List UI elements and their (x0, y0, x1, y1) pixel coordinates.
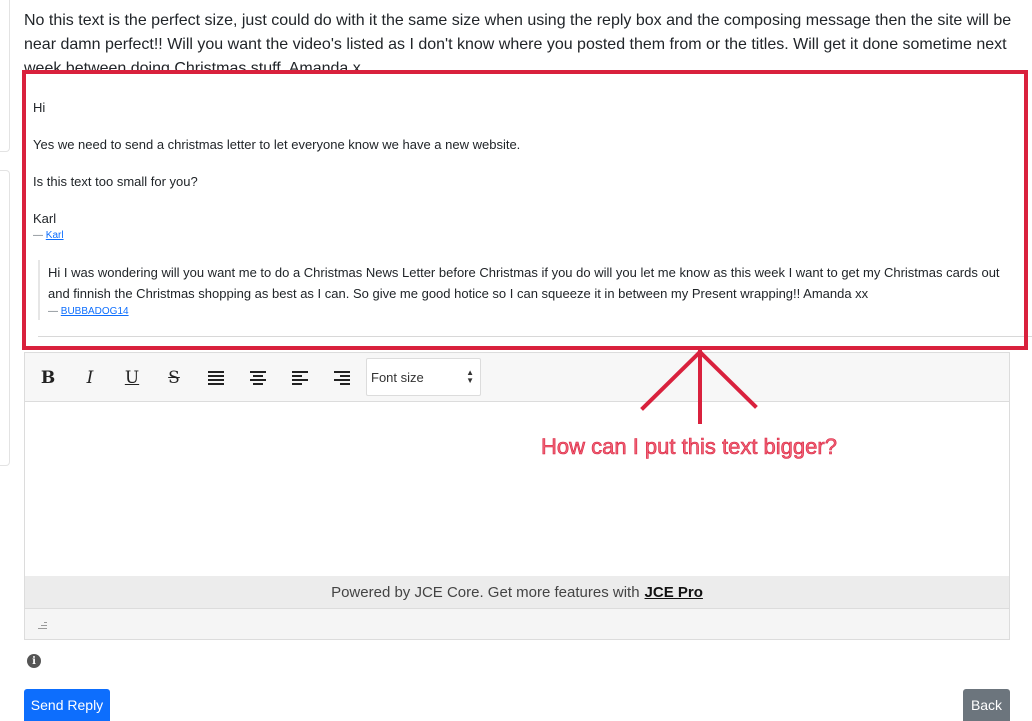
align-center-icon[interactable] (243, 363, 273, 393)
select-arrows-icon: ▲ ▼ (466, 368, 474, 385)
nested-quote-signature: — BUBBADOG14 (48, 306, 1010, 317)
font-size-label: Font size (371, 369, 424, 385)
justify-icon[interactable] (201, 363, 231, 393)
underline-button[interactable]: U (117, 363, 147, 393)
jce-pro-link[interactable]: JCE Pro (645, 584, 703, 601)
signature-dash: — (48, 306, 58, 317)
quote-signature: — Karl (33, 230, 64, 241)
powered-by-bar: Powered by JCE Core. Get more features w… (25, 576, 1009, 608)
send-reply-button[interactable]: Send Reply (24, 689, 110, 721)
bold-button[interactable]: B (33, 363, 63, 393)
quote-signoff: Karl (33, 211, 57, 226)
nested-quote-body: Hi I was wondering will you want me to d… (48, 265, 1000, 301)
rich-text-editor: B I U S Font size ▲ ▼ Powered by JCE Core… (24, 352, 1010, 640)
info-icon[interactable]: i (27, 654, 41, 668)
left-panel-edge (0, 0, 10, 152)
resize-grip-icon[interactable] (37, 622, 47, 630)
align-left-icon[interactable] (285, 363, 315, 393)
message-text: No this text is the perfect size, just c… (24, 12, 1012, 71)
strikethrough-button[interactable]: S (159, 363, 189, 393)
signature-dash: — (33, 230, 43, 241)
align-right-icon[interactable] (327, 363, 357, 393)
back-button[interactable]: Back (963, 689, 1010, 721)
nested-quote: Hi I was wondering will you want me to d… (38, 260, 1010, 320)
annotation-text: How can I put this text bigger? (541, 434, 838, 460)
font-size-select[interactable]: Font size ▲ ▼ (366, 358, 481, 396)
italic-button[interactable]: I (75, 363, 105, 393)
annotation-arrow-icon (640, 349, 758, 424)
editor-content-area[interactable] (25, 402, 1009, 576)
quote-line-2: Is this text too small for you? (33, 174, 198, 189)
quote-greeting: Hi (33, 100, 46, 115)
editor-statusbar (25, 608, 1009, 639)
quoted-message: Hi Yes we need to send a christmas lette… (24, 72, 1032, 342)
powered-by-text: Powered by JCE Core. Get more features w… (331, 583, 640, 601)
left-panel-edge-lower (0, 170, 10, 466)
quote-divider (38, 336, 1032, 337)
editor-toolbar: B I U S Font size ▲ ▼ (25, 353, 1009, 402)
author-link-bubbadog14[interactable]: BUBBADOG14 (61, 306, 129, 317)
quote-line-1: Yes we need to send a christmas letter t… (33, 137, 521, 152)
author-link-karl[interactable]: Karl (46, 230, 64, 241)
